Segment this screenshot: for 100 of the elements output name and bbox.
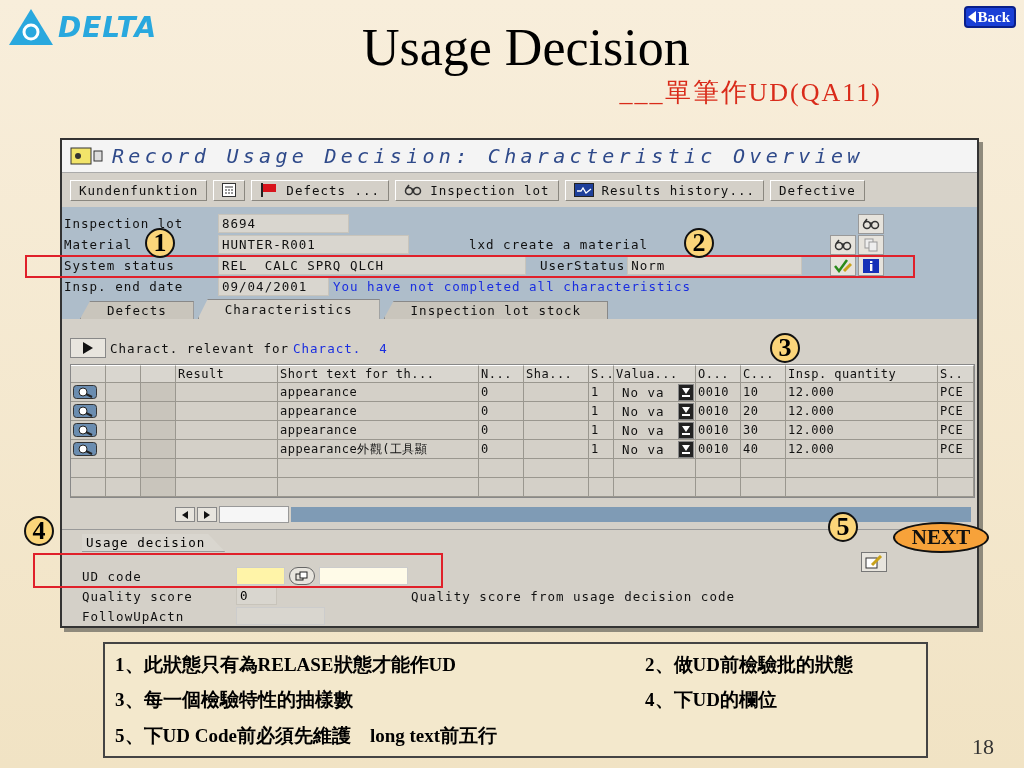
column-header[interactable]: N... (479, 365, 524, 383)
field-value: 4 (379, 340, 388, 356)
dropdown-button[interactable] (678, 402, 694, 420)
table-cell (696, 459, 741, 478)
column-header[interactable]: C... (741, 365, 786, 383)
column-header[interactable]: Valua... (614, 365, 696, 383)
table-cell: 0 (479, 383, 524, 402)
column-header[interactable]: Sha... (524, 365, 589, 383)
column-header[interactable]: S.. (938, 365, 974, 383)
table-cell: 10 (741, 383, 786, 402)
column-header[interactable]: Insp. quantity (786, 365, 938, 383)
table-cell: 1 (589, 383, 614, 402)
column-header[interactable] (106, 365, 141, 383)
column-header[interactable] (141, 365, 176, 383)
field-label: FollowUpActn (82, 608, 185, 624)
info-button[interactable] (858, 256, 884, 276)
field-value: 8694 (218, 214, 349, 233)
search-help-button[interactable] (289, 567, 315, 585)
toolbar-button[interactable] (213, 179, 246, 201)
glasses-icon (862, 218, 880, 230)
edit-button[interactable] (861, 552, 887, 572)
number-callout: 4 (24, 516, 54, 546)
section-tab[interactable]: Usage decision (82, 534, 226, 552)
field-label: UserStatus (540, 258, 626, 273)
dropdown-button[interactable] (678, 421, 694, 439)
slide-title: Usage Decision (360, 18, 691, 77)
field-label: Inspection lot (64, 216, 184, 231)
triangle-logo-icon (8, 8, 54, 46)
table-cell: 0 (479, 440, 524, 459)
expand-button[interactable] (70, 338, 106, 358)
left-arrow-icon (968, 11, 977, 23)
magnifier-icon[interactable] (73, 442, 97, 456)
dropdown-button[interactable] (678, 440, 694, 458)
table-cell (141, 440, 176, 459)
table-cell (524, 440, 589, 459)
flag-icon (260, 182, 279, 198)
info-icon (863, 259, 879, 273)
table-cell: 12.000 (786, 402, 938, 421)
field-label: UD code (82, 568, 142, 584)
field-description: Quality score from usage decision code (411, 588, 735, 604)
note-text: 1、此狀態只有為RELASE狀態才能作UD (115, 653, 457, 677)
cell-text: No va (622, 441, 665, 457)
scroll-right-button[interactable] (197, 507, 217, 522)
display-button[interactable] (858, 214, 884, 234)
dropdown-button[interactable] (678, 383, 694, 401)
scroll-left-button[interactable] (175, 507, 195, 522)
table-cell: 1 (589, 440, 614, 459)
magnifier-icon[interactable] (73, 423, 97, 437)
table-cell (524, 459, 589, 478)
column-header[interactable]: Short text for th... (278, 365, 479, 383)
down-arrow-icon (682, 444, 690, 454)
field-label: Material (64, 237, 133, 252)
toolbar-button[interactable]: Inspection lot (395, 179, 559, 201)
toolbar-button[interactable]: Defective (770, 179, 865, 201)
column-header[interactable]: S.. (589, 365, 614, 383)
check-button[interactable] (830, 256, 856, 276)
table-cell: 0010 (696, 383, 741, 402)
field-label: Charact. (293, 340, 362, 356)
table-cell: appearance (278, 421, 479, 440)
table-cell (141, 402, 176, 421)
tab[interactable]: Characteristics (197, 299, 380, 319)
toolbar-button[interactable]: Results history... (564, 179, 764, 201)
table-cell: 1 (589, 402, 614, 421)
table-cell: 40 (741, 440, 786, 459)
scroll-thumb[interactable] (219, 506, 289, 523)
table-cell (524, 421, 589, 440)
display-button[interactable] (830, 235, 856, 255)
table-cell (589, 459, 614, 478)
status-message: You have not completed all characteristics (333, 279, 692, 294)
field-value: Norm (627, 256, 803, 275)
tab[interactable]: Defects (80, 301, 194, 319)
table-cell: PCE (938, 383, 974, 402)
table-cell: PCE (938, 440, 974, 459)
table-cell (741, 459, 786, 478)
ud-code-field[interactable] (236, 567, 285, 585)
table-cell (479, 459, 524, 478)
table-cell: 12.000 (786, 383, 938, 402)
table-cell: appearance外觀(工具顯 (278, 440, 479, 459)
column-header[interactable]: O... (696, 365, 741, 383)
table-cell: 30 (741, 421, 786, 440)
table-cell: 12.000 (786, 421, 938, 440)
menu-icon[interactable] (70, 147, 104, 165)
tab[interactable]: Inspection lot stock (383, 301, 609, 319)
back-button[interactable]: Back (964, 6, 1016, 28)
toolbar-button[interactable]: Kundenfunktion (70, 179, 208, 201)
toolbar-button[interactable]: Defects ... (251, 179, 390, 201)
chart-icon (573, 183, 594, 197)
right-arrow-icon (204, 510, 210, 519)
magnifier-icon[interactable] (73, 404, 97, 418)
table-cell (106, 459, 141, 478)
table-cell (141, 459, 176, 478)
field-description: lxd create a material (469, 237, 649, 252)
field-label: Quality score (82, 588, 193, 604)
cell-text: No va (622, 422, 665, 438)
ud-description-field[interactable] (319, 567, 408, 585)
table-cell: PCE (938, 402, 974, 421)
column-header[interactable]: Result (176, 365, 278, 383)
cell-text: No va (622, 384, 665, 400)
follow-up-field[interactable] (236, 607, 325, 625)
magnifier-icon[interactable] (73, 385, 97, 399)
